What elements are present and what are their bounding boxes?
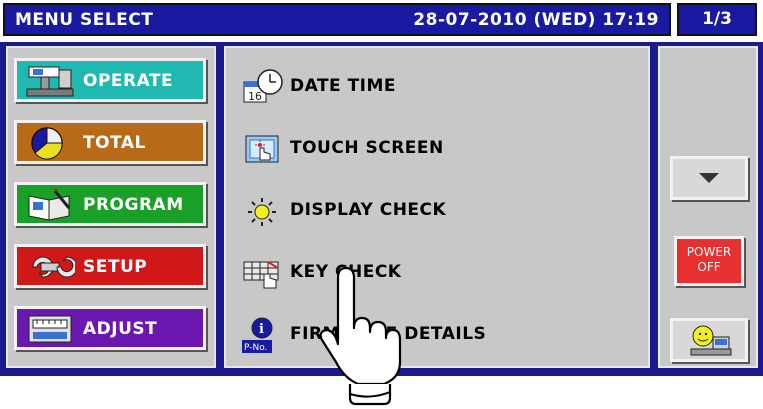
info-pno-icon: i P-No. <box>242 317 273 353</box>
category-setup-label: SETUP <box>83 257 148 277</box>
keyboard-icon <box>243 261 279 289</box>
category-program-button[interactable]: PROGRAM <box>14 182 206 226</box>
info-tag-text: P-No. <box>244 343 267 353</box>
svg-text:16: 16 <box>248 90 262 103</box>
page-title: MENU SELECT <box>15 10 154 30</box>
menu-item-label: DATE TIME <box>290 76 397 96</box>
category-total-button[interactable]: TOTAL <box>14 120 206 164</box>
pointing-hand-icon <box>319 266 402 406</box>
menu-item-label: TOUCH SCREEN <box>290 138 444 158</box>
menu-item-date-time[interactable]: 16 DATE TIME <box>240 64 620 108</box>
scale-icon <box>26 66 74 97</box>
menu-item-firmware-details[interactable]: i P-No. FIRMWARE DETAILS <box>240 312 620 356</box>
menu-item-key-check[interactable]: KEY CHECK <box>240 250 620 294</box>
category-adjust-button[interactable]: ADJUST <box>14 306 206 350</box>
calendar-clock-icon: 16 <box>243 69 283 103</box>
chevron-down-icon <box>699 173 719 183</box>
category-operate-label: OPERATE <box>83 71 174 91</box>
book-icon <box>28 188 71 221</box>
operator-button[interactable] <box>670 318 748 362</box>
pie-chart-icon <box>31 127 63 160</box>
calibration-icon <box>28 315 72 343</box>
control-panel: POWER OFF <box>658 46 758 368</box>
menu-item-touch-screen[interactable]: TOUCH SCREEN <box>240 126 620 170</box>
menu-panel: 16 DATE TIME TOUCH SCREEN DISPLAY CHECK … <box>224 46 650 368</box>
page-indicator: 1/3 <box>677 3 757 36</box>
category-program-label: PROGRAM <box>83 195 184 215</box>
power-off-label-2: OFF <box>697 260 721 274</box>
title-bar: MENU SELECT 28-07-2010 (WED) 17:19 1/3 <box>0 0 763 42</box>
date-time-display: 28-07-2010 (WED) 17:19 <box>413 10 659 30</box>
category-operate-button[interactable]: OPERATE <box>14 58 206 102</box>
touch-screen-icon <box>245 135 279 163</box>
page-down-button[interactable] <box>670 156 748 200</box>
category-total-label: TOTAL <box>83 133 146 153</box>
svg-text:i: i <box>259 322 264 337</box>
sun-icon <box>248 198 276 226</box>
category-setup-button[interactable]: SETUP <box>14 244 206 288</box>
title-panel: MENU SELECT 28-07-2010 (WED) 17:19 <box>3 3 671 36</box>
menu-item-display-check[interactable]: DISPLAY CHECK <box>240 188 620 232</box>
power-off-button[interactable]: POWER OFF <box>674 236 744 286</box>
operator-icon <box>690 325 732 356</box>
power-off-label-1: POWER <box>686 245 732 259</box>
wrench-icon <box>32 256 75 278</box>
category-panel: OPERATE TOTAL PROGRAM SETUP ADJUST <box>6 46 216 368</box>
category-adjust-label: ADJUST <box>83 319 158 339</box>
menu-item-label: DISPLAY CHECK <box>290 200 447 220</box>
